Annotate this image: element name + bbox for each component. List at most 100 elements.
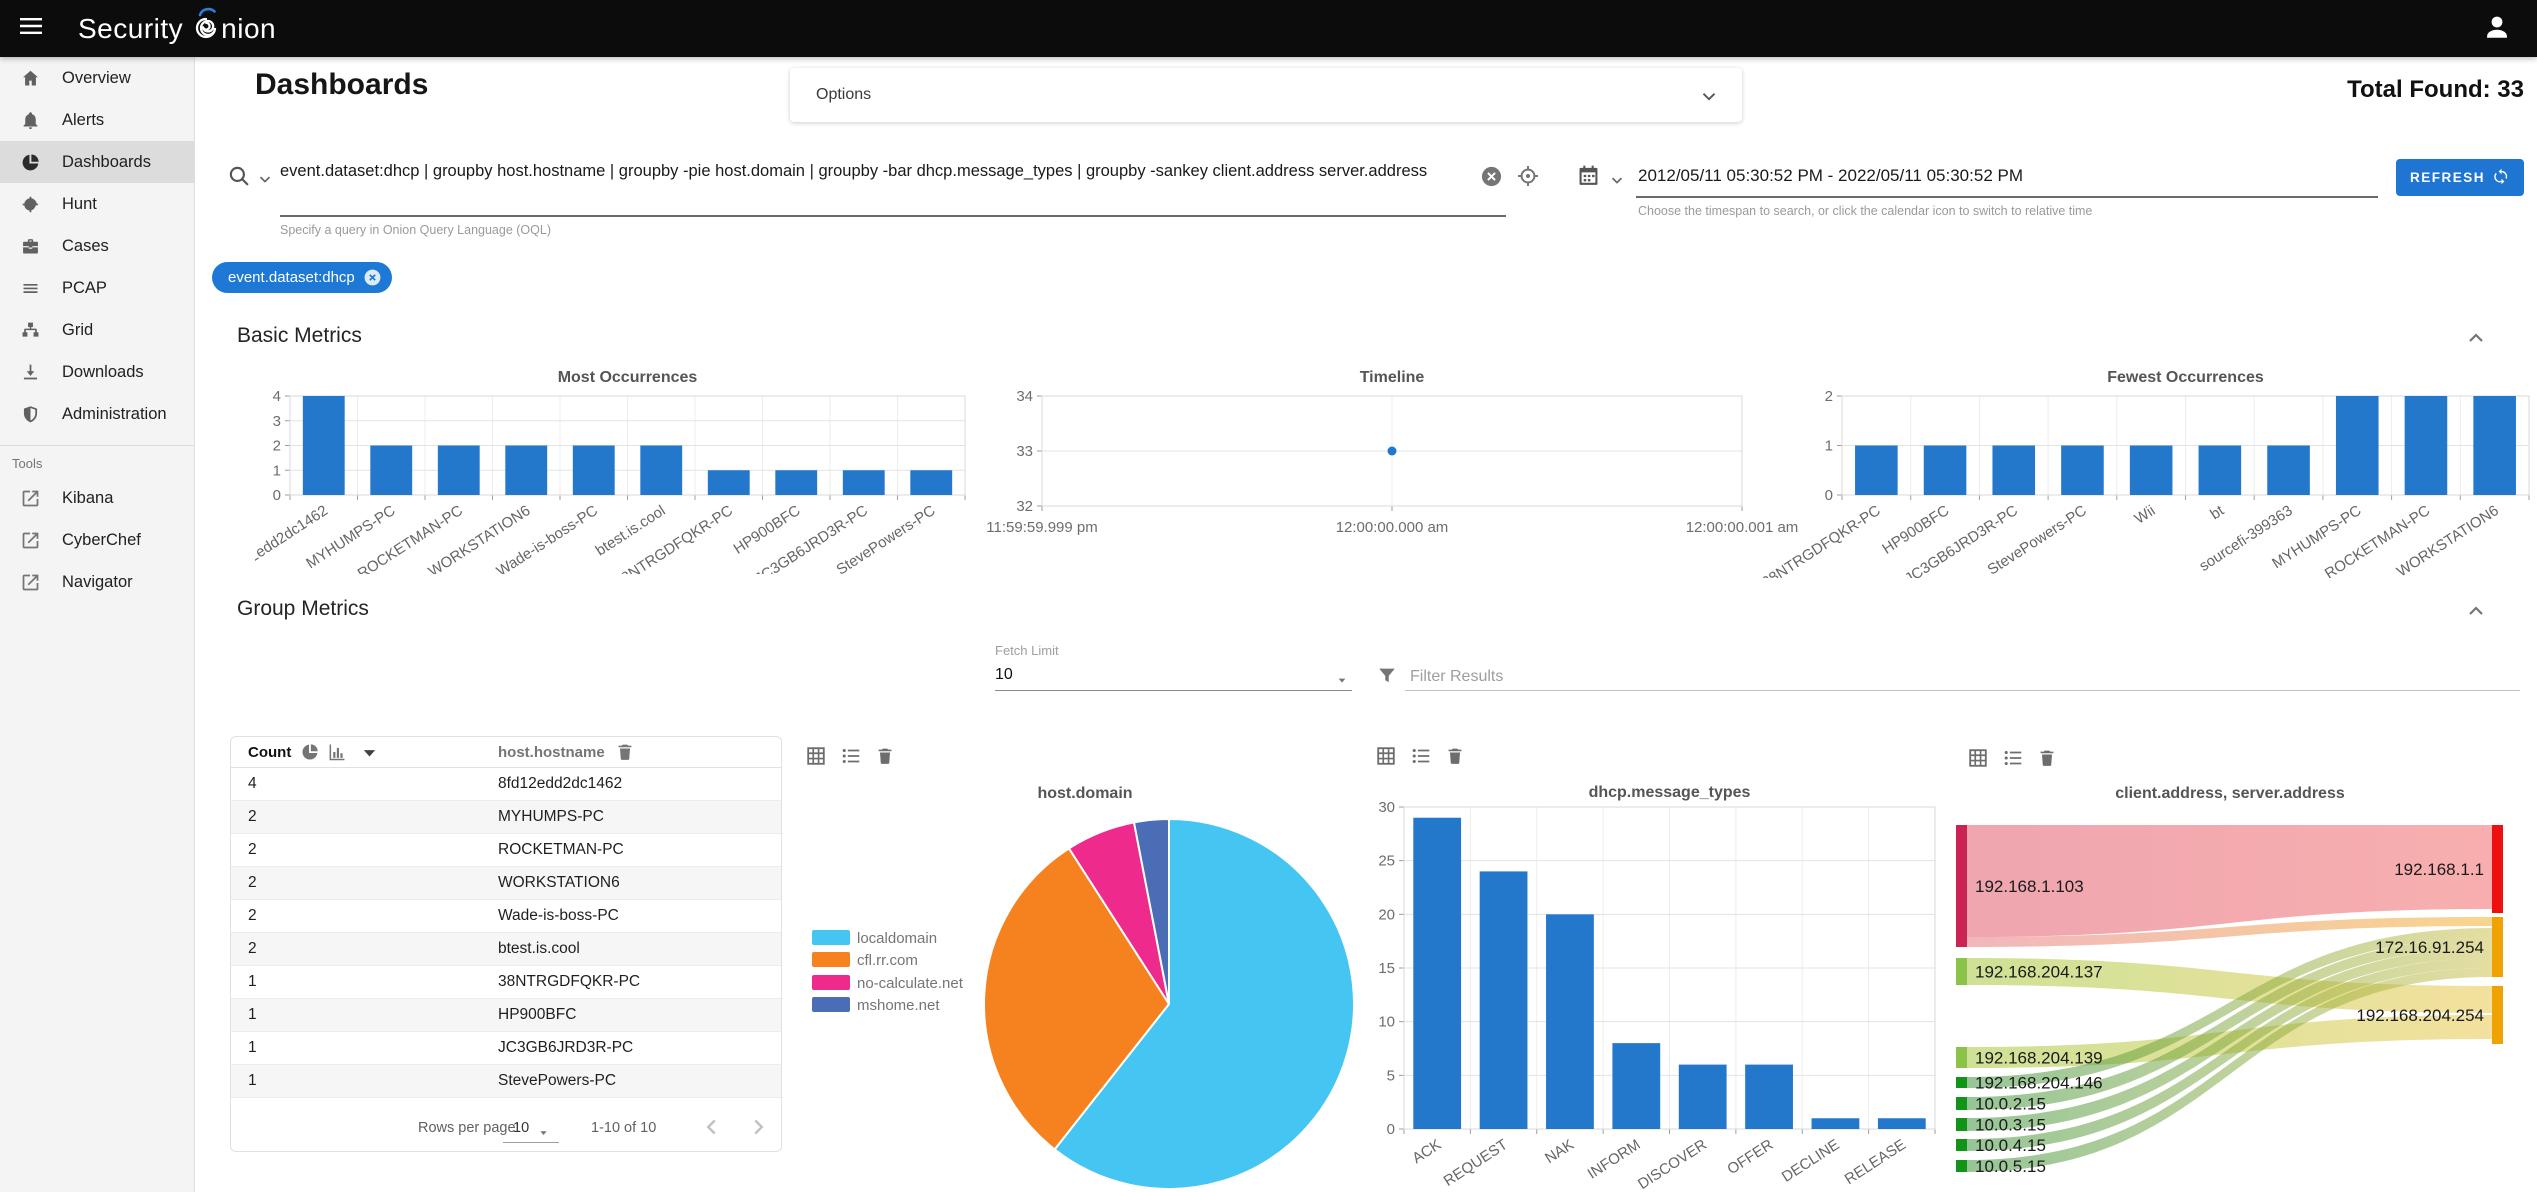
next-page-icon[interactable] (745, 1114, 771, 1144)
svg-text:NAK: NAK (1542, 1136, 1577, 1167)
sankey-node-label: 172.16.91.254 (2375, 938, 2484, 957)
pie-panel-toolbar (805, 745, 895, 767)
table-row[interactable]: 2 Wade-is-boss-PC (231, 900, 781, 933)
legend-label[interactable]: localdomain (857, 930, 937, 947)
list-view-icon[interactable] (840, 745, 862, 767)
sidebar-item-administration[interactable]: Administration (0, 393, 194, 435)
legend-swatch[interactable] (812, 952, 850, 967)
sidebar-item-alerts[interactable]: Alerts (0, 99, 194, 141)
sankey-node-label: 10.0.5.15 (1975, 1157, 2046, 1176)
row-count: 2 (248, 907, 257, 924)
sankey-node-192.168.204.137[interactable] (1956, 958, 1967, 985)
timespan-input[interactable]: 2012/05/11 05:30:52 PM - 2022/05/11 05:3… (1638, 166, 2023, 186)
timespan-hint: Choose the timespan to search, or click … (1638, 204, 2093, 218)
table-view-icon[interactable] (1375, 745, 1397, 767)
sidebar-item-label: CyberChef (62, 530, 141, 549)
row-count: 1 (248, 1006, 257, 1023)
user-account-icon[interactable] (2479, 10, 2515, 51)
svg-text:0: 0 (1387, 1121, 1395, 1138)
sidebar-item-grid[interactable]: Grid (0, 309, 194, 351)
table-view-icon[interactable] (1967, 747, 1989, 769)
sankey-node-10.0.4.15[interactable] (1956, 1139, 1967, 1151)
group-metrics-collapse-icon[interactable] (2464, 599, 2488, 628)
refresh-button[interactable]: REFRESH (2396, 159, 2524, 196)
legend-swatch[interactable] (812, 975, 850, 990)
sidebar-item-dashboards[interactable]: Dashboards (0, 141, 194, 183)
basic-metrics-title: Basic Metrics (237, 324, 362, 347)
sidebar-item-navigator[interactable]: Navigator (0, 561, 194, 603)
sidebar-item-hunt[interactable]: Hunt (0, 183, 194, 225)
chip-close-icon[interactable] (363, 268, 382, 287)
sankey-node-10.0.2.15[interactable] (1956, 1097, 1967, 1110)
hostname-column-header[interactable]: host.hostname (498, 744, 605, 761)
hamburger-menu-icon[interactable] (20, 17, 42, 40)
sort-descending-icon[interactable] (361, 746, 378, 765)
row-count: 2 (248, 940, 257, 957)
table-row[interactable]: 2 WORKSTATION6 (231, 867, 781, 900)
basic-metrics-collapse-icon[interactable] (2464, 326, 2488, 355)
sidebar-item-kibana[interactable]: Kibana (0, 477, 194, 519)
table-row[interactable]: 1 38NTRGDFQKR-PC (231, 966, 781, 999)
sankey-node-192.168.204.146[interactable] (1956, 1077, 1967, 1088)
sankey-node-label: 192.168.204.254 (2356, 1006, 2484, 1025)
legend-label[interactable]: mshome.net (857, 997, 940, 1014)
table-row[interactable]: 4 8fd12edd2dc1462 (231, 768, 781, 801)
filter-results-input[interactable]: Filter Results (1410, 668, 1503, 686)
query-input[interactable]: event.dataset:dhcp | groupby host.hostna… (280, 157, 1490, 185)
table-row[interactable]: 1 HP900BFC (231, 999, 781, 1032)
table-row[interactable]: 2 MYHUMPS-PC (231, 801, 781, 834)
sankey-node-172.16.91.254[interactable] (2492, 917, 2503, 977)
sankey-node-192.168.204.139[interactable] (1956, 1047, 1967, 1068)
sidebar-item-overview[interactable]: Overview (0, 57, 194, 99)
table-row[interactable]: 1 StevePowers-PC (231, 1065, 781, 1098)
pie-toggle-icon[interactable] (300, 742, 320, 767)
clear-query-icon[interactable] (1480, 165, 1503, 193)
delete-panel-icon[interactable] (875, 745, 895, 767)
query-history-chevron-icon[interactable] (256, 170, 274, 193)
table-row[interactable]: 2 btest.is.cool (231, 933, 781, 966)
list-view-icon[interactable] (1410, 745, 1432, 767)
svg-text:ACK: ACK (1409, 1136, 1444, 1167)
svg-text:bt: bt (2207, 502, 2227, 524)
delete-panel-icon[interactable] (2037, 747, 2057, 769)
table-view-icon[interactable] (805, 745, 827, 767)
calendar-icon[interactable] (1576, 163, 1601, 193)
rows-per-page-select[interactable]: 10 (513, 1120, 529, 1136)
row-hostname: HP900BFC (498, 1006, 577, 1023)
sankey-node-label: 10.0.3.15 (1975, 1116, 2046, 1135)
bar-toggle-icon[interactable] (327, 742, 347, 767)
timespan-chevron-icon[interactable] (1608, 171, 1626, 194)
delete-panel-icon[interactable] (1445, 745, 1465, 767)
sankey-node-label: 10.0.4.15 (1975, 1136, 2046, 1155)
legend-label[interactable]: no-calculate.net (857, 975, 964, 992)
row-count: 1 (248, 973, 257, 990)
page-title: Dashboards (255, 68, 429, 101)
sidebar-item-label: PCAP (62, 278, 107, 297)
table-row[interactable]: 2 ROCKETMAN-PC (231, 834, 781, 867)
previous-page-icon[interactable] (699, 1114, 725, 1144)
list-view-icon[interactable] (2002, 747, 2024, 769)
row-hostname: JC3GB6JRD3R-PC (498, 1039, 634, 1056)
sankey-node-192.168.1.103[interactable] (1956, 825, 1967, 947)
sidebar-item-label: Kibana (62, 488, 114, 507)
legend-swatch[interactable] (812, 997, 850, 1012)
sankey-node-10.0.5.15[interactable] (1956, 1160, 1967, 1172)
sankey-node-192.168.1.1[interactable] (2492, 825, 2503, 913)
legend-label[interactable]: cfl.rr.com (857, 952, 918, 969)
sidebar-item-cyberchef[interactable]: CyberChef (0, 519, 194, 561)
fetch-limit-select[interactable]: 10 (995, 666, 1013, 684)
sidebar-item-cases[interactable]: Cases (0, 225, 194, 267)
remove-column-trash-icon[interactable] (615, 741, 635, 768)
legend-swatch[interactable] (812, 930, 850, 945)
options-panel[interactable]: Options (790, 68, 1742, 122)
sankey-node-192.168.204.254[interactable] (2492, 986, 2503, 1044)
sankey-node-10.0.3.15[interactable] (1956, 1118, 1967, 1131)
count-column-header[interactable]: Count (248, 744, 291, 761)
query-target-icon[interactable] (1516, 164, 1540, 193)
total-found-badge: Total Found: 33 (2347, 76, 2524, 103)
sidebar-item-downloads[interactable]: Downloads (0, 351, 194, 393)
rows-per-page-underline (503, 1142, 559, 1143)
sidebar-item-pcap[interactable]: PCAP (0, 267, 194, 309)
filter-chip[interactable]: event.dataset:dhcp (212, 262, 392, 293)
table-row[interactable]: 1 JC3GB6JRD3R-PC (231, 1032, 781, 1065)
